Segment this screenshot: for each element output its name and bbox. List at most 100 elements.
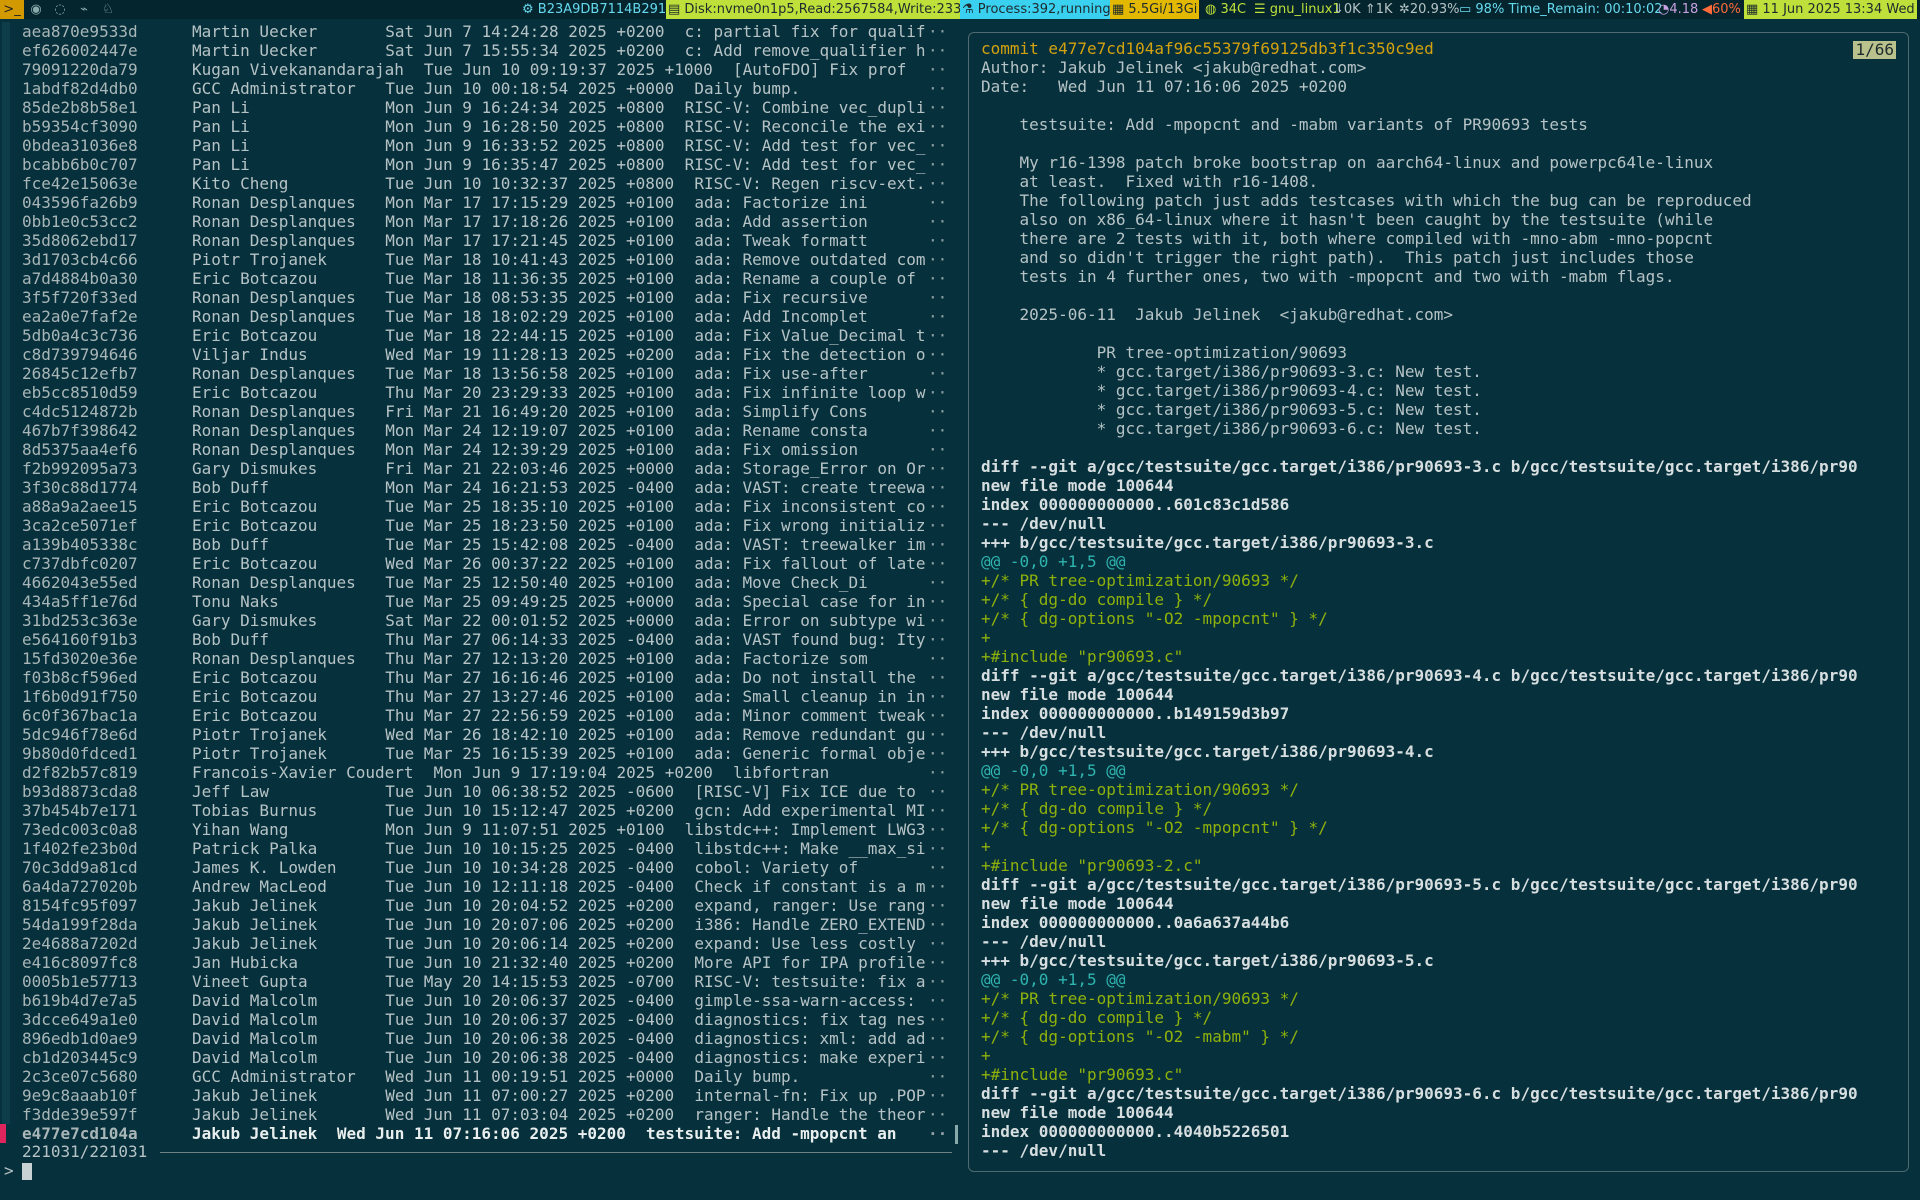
commit-row[interactable]: f2b992095a73 Gary Dismukes Fri Mar 21 22:0… <box>0 459 958 478</box>
truncation-mark: ·· <box>928 554 948 573</box>
commit-row[interactable]: 0bb1e0c53cc2 Ronan Desplanques Mon Mar 17 … <box>0 212 958 231</box>
commit-hash: 6c0f367bac1a <box>22 706 138 725</box>
commit-subject: diagnostics: make experime <box>694 1048 926 1067</box>
commit-row[interactable]: b59354cf3090 Pan Li Mon Jun 9 16:28:50 202… <box>0 117 958 136</box>
commit-row[interactable]: cb1d203445c9 David Malcolm Tue Jun 10 20:0… <box>0 1048 958 1067</box>
commit-row[interactable]: 85de2b8b58e1 Pan Li Mon Jun 9 16:24:34 202… <box>0 98 958 117</box>
commit-list[interactable]: aea870e9533d Martin Uecker Sat Jun 7 14:24… <box>0 22 958 1152</box>
commit-row[interactable]: a7d4884b0a30 Eric Botcazou Tue Mar 18 11:3… <box>0 269 958 288</box>
commit-row[interactable]: 896edb1d0ae9 David Malcolm Tue Jun 10 20:0… <box>0 1029 958 1048</box>
commit-preview-pane[interactable]: 1/66 commit e477e7cd104af96c55379f69125d… <box>968 32 1909 1172</box>
commit-row[interactable]: 3ca2ce5071ef Eric Botcazou Tue Mar 25 18:2… <box>0 516 958 535</box>
commit-row[interactable]: eb5cc8510d59 Eric Botcazou Thu Mar 20 23:2… <box>0 383 958 402</box>
preview-line-diff: new file mode 100644 <box>981 1103 1174 1122</box>
commit-row[interactable]: 3f30c88d1774 Bob Duff Mon Mar 24 16:21:53 … <box>0 478 958 497</box>
commit-author: Ronan Desplanques <box>192 193 356 212</box>
preview-line-diff: new file mode 100644 <box>981 476 1174 495</box>
commit-subject: ada: Generic formal object <box>694 744 926 763</box>
truncation-mark: ·· <box>928 231 948 250</box>
query-input-cursor[interactable] <box>22 1163 32 1180</box>
commit-row[interactable]: 0bdea31036e8 Pan Li Mon Jun 9 16:33:52 202… <box>0 136 958 155</box>
commit-hash: 3f30c88d1774 <box>22 478 138 497</box>
preview-line-diff: diff --git a/gcc/testsuite/gcc.target/i3… <box>981 875 1858 894</box>
commit-row[interactable]: a139b405338c Bob Duff Tue Mar 25 15:42:08 … <box>0 535 958 554</box>
truncation-mark: ·· <box>928 1048 948 1067</box>
commit-date: Tue Mar 18 22:44:15 2025 +0100 <box>385 326 675 345</box>
commit-row[interactable]: 73edc003c0a8 Yihan Wang Mon Jun 9 11:07:51… <box>0 820 958 839</box>
commit-row[interactable]: 6c0f367bac1a Eric Botcazou Thu Mar 27 22:5… <box>0 706 958 725</box>
commit-row[interactable]: 8154fc95f097 Jakub Jelinek Tue Jun 10 20:0… <box>0 896 958 915</box>
commit-row[interactable]: 70c3dd9a81cd James K. Lowden Tue Jun 10 10… <box>0 858 958 877</box>
commit-date: Fri Mar 21 16:49:20 2025 +0100 <box>385 402 675 421</box>
commit-date: Tue Mar 18 10:41:43 2025 +0100 <box>385 250 675 269</box>
commit-row[interactable]: 15fd3020e36e Ronan Desplanques Thu Mar 27 … <box>0 649 958 668</box>
commit-row[interactable]: 54da199f28da Jakub Jelinek Tue Jun 10 20:0… <box>0 915 958 934</box>
workspace-4-button[interactable]: ⌁ <box>72 0 96 19</box>
workspace-5-button[interactable]: ♘ <box>96 0 120 19</box>
row-gutter <box>2 402 10 421</box>
commit-row[interactable]: e416c8097fc8 Jan Hubicka Tue Jun 10 21:32:… <box>0 953 958 972</box>
commit-row[interactable]: 1f6b0d91f750 Eric Botcazou Thu Mar 27 13:2… <box>0 687 958 706</box>
row-gutter <box>2 915 10 934</box>
status-segment: ▦ 5.5Gi/13Gi <box>1110 0 1200 19</box>
commit-row[interactable]: ea2a0e7faf2e Ronan Desplanques Tue Mar 18 … <box>0 307 958 326</box>
commit-row[interactable]: 6a4da727020b Andrew MacLeod Tue Jun 10 12:… <box>0 877 958 896</box>
commit-row[interactable]: 26845c12efb7 Ronan Desplanques Tue Mar 18 … <box>0 364 958 383</box>
commit-row[interactable]: f03b8cf596ed Eric Botcazou Thu Mar 27 16:1… <box>0 668 958 687</box>
commit-date: Tue Mar 25 12:50:40 2025 +0100 <box>385 573 675 592</box>
commit-row[interactable]: a88a9a2aee15 Eric Botcazou Tue Mar 25 18:3… <box>0 497 958 516</box>
commit-row[interactable]: b619b4d7e7a5 David Malcolm Tue Jun 10 20:0… <box>0 991 958 1010</box>
commit-row[interactable]: f3dde39e597f Jakub Jelinek Wed Jun 11 07:0… <box>0 1105 958 1124</box>
truncation-mark: ·· <box>928 1010 948 1029</box>
workspace-3-button[interactable]: ◌ <box>48 0 72 19</box>
preview-line-diff: index 000000000000..4040b5226501 <box>981 1122 1290 1141</box>
commit-hash: 79091220da79 <box>22 60 138 79</box>
commit-row[interactable]: aea870e9533d Martin Uecker Sat Jun 7 14:24… <box>0 22 958 41</box>
commit-row[interactable]: 467b7f398642 Ronan Desplanques Mon Mar 24 … <box>0 421 958 440</box>
commit-row[interactable]: bcabb6b0c707 Pan Li Mon Jun 9 16:35:47 202… <box>0 155 958 174</box>
commit-row[interactable]: 043596fa26b9 Ronan Desplanques Mon Mar 17 … <box>0 193 958 212</box>
truncation-mark: ·· <box>928 877 948 896</box>
commit-row[interactable]: 37b454b7e171 Tobias Burnus Tue Jun 10 15:1… <box>0 801 958 820</box>
commit-row[interactable]: 9e9c8aaab10f Jakub Jelinek Wed Jun 11 07:0… <box>0 1086 958 1105</box>
commit-row[interactable]: 31bd253c363e Gary Dismukes Sat Mar 22 00:0… <box>0 611 958 630</box>
commit-date: Tue Jun 10 20:07:06 2025 +0200 <box>385 915 675 934</box>
commit-row[interactable]: 2c3ce07c5680 GCC Administrator Wed Jun 11 … <box>0 1067 958 1086</box>
commit-row[interactable]: ef626002447e Martin Uecker Sat Jun 7 15:55… <box>0 41 958 60</box>
commit-row[interactable]: 4662043e55ed Ronan Desplanques Tue Mar 25 … <box>0 573 958 592</box>
commit-row[interactable]: 2e4688a7202d Jakub Jelinek Tue Jun 10 20:0… <box>0 934 958 953</box>
commit-row[interactable]: 79091220da79 Kugan Vivekanandarajah Tue Ju… <box>0 60 958 79</box>
commit-author: Jakub Jelinek <box>192 1086 318 1105</box>
workspace-1-button[interactable]: >_ <box>0 0 24 19</box>
commit-date: Mon Jun 9 17:19:04 2025 +0200 <box>433 763 713 782</box>
commit-row[interactable]: 3dcce649a1e0 David Malcolm Tue Jun 10 20:0… <box>0 1010 958 1029</box>
commit-row[interactable]: 8d5375aa4ef6 Ronan Desplanques Mon Mar 24 … <box>0 440 958 459</box>
commit-row[interactable]: 1abdf82d4db0 GCC Administrator Tue Jun 10 … <box>0 79 958 98</box>
row-gutter <box>2 858 10 877</box>
commit-row[interactable]: 3d1703cb4c66 Piotr Trojanek Tue Mar 18 10:… <box>0 250 958 269</box>
commit-hash: 0bb1e0c53cc2 <box>22 212 138 231</box>
commit-row[interactable]: 434a5ff1e76d Tonu Naks Tue Mar 25 09:49:25… <box>0 592 958 611</box>
commit-row[interactable]: 5db0a4c3c736 Eric Botcazou Tue Mar 18 22:4… <box>0 326 958 345</box>
commit-row[interactable]: d2f82b57c819 Francois-Xavier Coudert Mon J… <box>0 763 958 782</box>
truncation-mark: ·· <box>928 1105 948 1124</box>
commit-row[interactable]: e477e7cd104a Jakub Jelinek Wed Jun 11 07:1… <box>0 1124 958 1143</box>
commit-row[interactable]: 9b80d0fdced1 Piotr Trojanek Tue Mar 25 16:… <box>0 744 958 763</box>
commit-row[interactable]: 1f402fe23b0d Patrick Palka Tue Jun 10 10:1… <box>0 839 958 858</box>
workspace-2-button[interactable]: ◉ <box>24 0 48 19</box>
commit-author: Martin Uecker <box>192 41 318 60</box>
commit-row[interactable]: 35d8062ebd17 Ronan Desplanques Mon Mar 17 … <box>0 231 958 250</box>
commit-author: Bob Duff <box>192 478 270 497</box>
commit-row[interactable]: 0005b1e57713 Vineet Gupta Tue May 20 14:15… <box>0 972 958 991</box>
selection-scrollbar[interactable] <box>955 1125 958 1144</box>
commit-row[interactable]: fce42e15063e Kito Cheng Tue Jun 10 10:32:3… <box>0 174 958 193</box>
truncation-mark: ·· <box>928 193 948 212</box>
commit-row[interactable]: e564160f91b3 Bob Duff Thu Mar 27 06:14:33 … <box>0 630 958 649</box>
commit-row[interactable]: 5dc946f78e6d Piotr Trojanek Wed Mar 26 18:… <box>0 725 958 744</box>
commit-row[interactable]: b93d8873cda8 Jeff Law Tue Jun 10 06:38:52 … <box>0 782 958 801</box>
commit-row[interactable]: c4dc5124872b Ronan Desplanques Fri Mar 21 … <box>0 402 958 421</box>
row-gutter <box>2 345 10 364</box>
commit-row[interactable]: 3f5f720f33ed Ronan Desplanques Tue Mar 18 … <box>0 288 958 307</box>
commit-row[interactable]: c737dbfc0207 Eric Botcazou Wed Mar 26 00:3… <box>0 554 958 573</box>
commit-row[interactable]: c8d739794646 Viljar Indus Wed Mar 19 11:28… <box>0 345 958 364</box>
